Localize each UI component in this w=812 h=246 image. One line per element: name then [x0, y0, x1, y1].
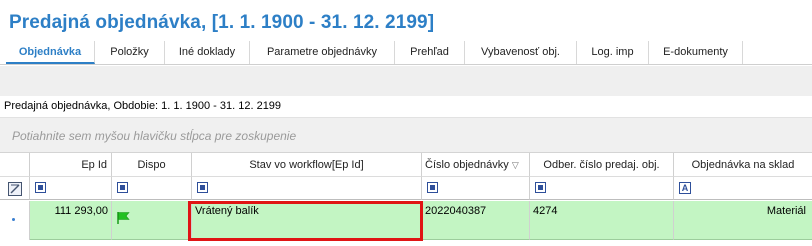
- filter-operator-icon[interactable]: [35, 182, 46, 193]
- data-grid: Ep Id Dispo Stav vo workflow[Ep Id] Čísl…: [0, 153, 812, 246]
- column-header-order-number[interactable]: Číslo objednávky ▽: [422, 153, 530, 177]
- column-header-warehouse-order[interactable]: Objednávka na sklad: [674, 153, 812, 177]
- tab-bar: Objednávka Položky Iné doklady Parametre…: [0, 41, 812, 65]
- column-header-customer-order-number[interactable]: Odber. číslo predaj. obj.: [530, 153, 674, 177]
- cell-ep-id[interactable]: 111 293,00: [30, 201, 112, 240]
- tab-vybavenost-obj[interactable]: Vybavenosť obj.: [465, 41, 577, 64]
- tab-e-dokumenty[interactable]: E-dokumenty: [649, 41, 743, 64]
- filter-operator-icon[interactable]: [427, 182, 438, 193]
- filter-cell-warehouse-order[interactable]: A: [674, 177, 812, 200]
- filter-operator-icon[interactable]: [535, 182, 546, 193]
- filter-text-operator-icon[interactable]: A: [679, 182, 691, 194]
- filter-cell-order-number[interactable]: [422, 177, 530, 200]
- column-header-order-number-label: Číslo objednávky: [425, 159, 509, 171]
- column-header-ep-id[interactable]: Ep Id: [30, 153, 112, 177]
- filter-cell-ep-id[interactable]: [30, 177, 112, 200]
- cell-dispo[interactable]: [112, 201, 192, 240]
- toolbar-area: [0, 66, 812, 96]
- filter-row-indicator: [0, 177, 30, 200]
- cell-warehouse-order[interactable]: Materiál: [674, 201, 812, 240]
- filter-operator-icon[interactable]: [197, 182, 208, 193]
- cell-customer-order-number[interactable]: 4274: [530, 201, 674, 240]
- filter-cell-workflow-state[interactable]: [192, 177, 422, 200]
- current-row-marker-icon: [12, 218, 15, 221]
- row-indicator[interactable]: [0, 201, 30, 240]
- green-flag-icon: [117, 212, 130, 224]
- cell-order-number[interactable]: 2022040387: [422, 201, 530, 240]
- column-header-dispo[interactable]: Dispo: [112, 153, 192, 177]
- tab-parametre-objednavky[interactable]: Parametre objednávky: [250, 41, 395, 64]
- page-title: Predajná objednávka, [1. 1. 1900 - 31. 1…: [9, 12, 435, 33]
- tab-log-imp[interactable]: Log. imp: [577, 41, 649, 64]
- column-header-workflow-state[interactable]: Stav vo workflow[Ep Id]: [192, 153, 422, 177]
- row-indicator-header: [0, 153, 30, 177]
- filter-cell-customer-order-number[interactable]: [530, 177, 674, 200]
- tab-objednavka[interactable]: Objednávka: [6, 41, 95, 64]
- tab-prehlad[interactable]: Prehľad: [395, 41, 465, 64]
- clear-filter-icon[interactable]: [8, 182, 22, 196]
- filter-description: Predajná objednávka, Obdobie: 1. 1. 1900…: [0, 96, 812, 117]
- filter-operator-icon[interactable]: [117, 182, 128, 193]
- tab-polozky[interactable]: Položky: [95, 41, 165, 64]
- tab-ine-doklady[interactable]: Iné doklady: [165, 41, 250, 64]
- cell-workflow-state[interactable]: Vrátený balík: [192, 201, 422, 240]
- group-by-panel[interactable]: Potiahnite sem myšou hlavičku stĺpca pre…: [0, 117, 812, 153]
- sort-indicator-icon: ▽: [511, 160, 519, 170]
- filter-cell-dispo[interactable]: [112, 177, 192, 200]
